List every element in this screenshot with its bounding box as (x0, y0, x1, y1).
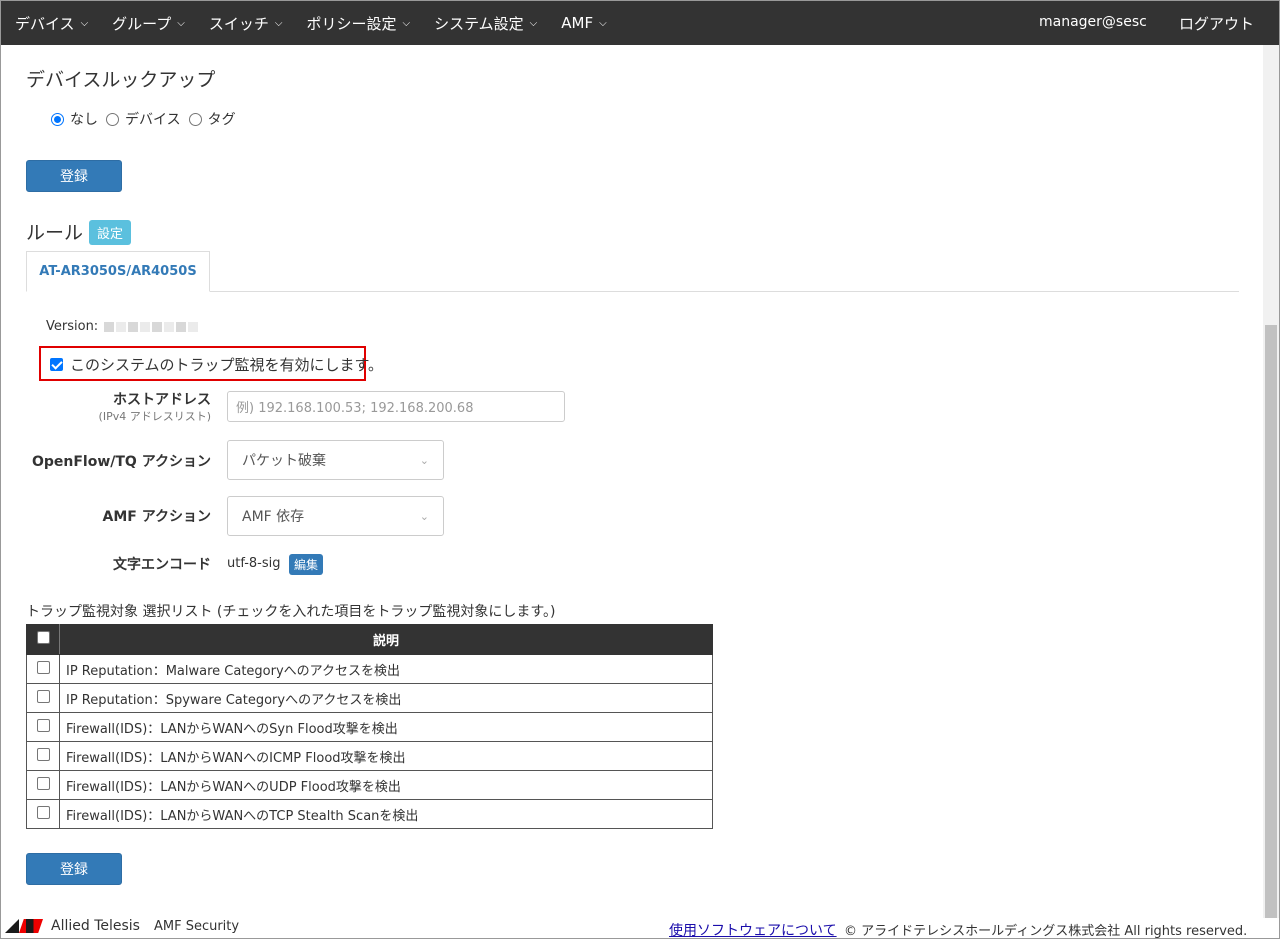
enable-trap-label: このシステムのトラップ監視を有効にします。 (70, 356, 384, 374)
row-description: Firewall(IDS)：LANからWANへのUDP Flood攻撃を検出 (59, 770, 713, 800)
row-description: Firewall(IDS)：LANからWANへのTCP Stealth Scan… (59, 799, 713, 829)
enable-trap-row: このシステムのトラップ監視を有効にします。 (50, 354, 383, 375)
radio-none-label: なし (70, 112, 98, 128)
select-all-cell (26, 624, 60, 655)
host-address-label: ホストアドレス (113, 392, 211, 408)
lookup-register-button[interactable]: 登録 (26, 160, 122, 192)
nav-item-amf[interactable]: AMF ⌵ (561, 1, 606, 45)
rules-settings-button[interactable]: 設定 (89, 220, 132, 245)
scroll-thumb[interactable] (1265, 325, 1277, 918)
openflow-action-label: OpenFlow/TQ アクション (31, 454, 211, 470)
copyright: © アライドテレシスホールディングス株式会社 All rights reserv… (844, 924, 1248, 939)
openflow-action-select[interactable]: パケット破棄 ⌄ (227, 440, 444, 480)
nav-item-devices[interactable]: デバイス ⌵ (15, 1, 88, 45)
encoding-value: utf-8-sig (227, 556, 281, 571)
row-checkbox[interactable] (36, 689, 50, 703)
chevron-down-icon: ⌵ (402, 17, 411, 29)
amf-action-value: AMF 依存 (242, 509, 305, 525)
top-navbar: デバイス ⌵ グループ ⌵ スイッチ ⌵ ポリシー設定 ⌵ システム設定 ⌵ AMF ⌵ m… (1, 1, 1279, 45)
row-description: IP Reputation：Spyware Categoryへのアクセスを検出 (59, 683, 713, 713)
table-row: IP Reputation：Spyware Categoryへのアクセスを検出 (26, 683, 713, 713)
chevron-down-icon: ⌵ (274, 17, 283, 29)
description-header: 説明 (59, 624, 713, 655)
chevron-down-icon: ⌵ (177, 17, 185, 29)
nav-item-groups[interactable]: グループ ⌵ (112, 1, 185, 45)
table-header-row: 説明 (26, 624, 713, 655)
table-row: Firewall(IDS)：LANからWANへのTCP Stealth Scan… (26, 799, 713, 829)
chevron-down-icon: ⌄ (419, 453, 429, 467)
trap-list-table: 説明 IP Reputation：Malware Categoryへのアクセスを… (26, 624, 713, 829)
version-row: Version: (46, 319, 200, 334)
footer: Allied Telesis AMF Security 使用ソフトウェアについて… (1, 913, 1263, 939)
chevron-down-icon: ⌵ (80, 17, 89, 29)
table-row: Firewall(IDS)：LANからWANへのICMP Flood攻撃を検出 (26, 741, 713, 771)
logout-link[interactable]: ログアウト (1179, 13, 1254, 34)
radio-device-label: デバイス (125, 112, 181, 128)
device-lookup-title: デバイスルックアップ (26, 69, 216, 91)
version-label: Version: (46, 319, 99, 334)
version-value-redacted (104, 321, 200, 332)
current-user: manager@sesc (1039, 14, 1147, 30)
nav-menu: デバイス ⌵ グループ ⌵ スイッチ ⌵ ポリシー設定 ⌵ システム設定 ⌵ AMF ⌵ (1, 1, 631, 45)
row-description: IP Reputation：Malware Categoryへのアクセスを検出 (59, 654, 713, 684)
table-row: Firewall(IDS)：LANからWANへのUDP Flood攻撃を検出 (26, 770, 713, 800)
chevron-down-icon: ⌵ (599, 17, 607, 29)
row-description: Firewall(IDS)：LANからWANへのSyn Flood攻撃を検出 (59, 712, 713, 742)
row-description: Firewall(IDS)：LANからWANへのICMP Flood攻撃を検出 (59, 741, 713, 771)
select-all-checkbox[interactable] (36, 631, 50, 644)
table-row: IP Reputation：Malware Categoryへのアクセスを検出 (26, 654, 713, 684)
nav-item-policy[interactable]: ポリシー設定 ⌵ (306, 1, 410, 45)
amf-action-select[interactable]: AMF 依存 ⌄ (227, 496, 444, 536)
nav-item-system[interactable]: システム設定 ⌵ (434, 1, 537, 45)
tab-ar3050s-ar4050s[interactable]: AT-AR3050S/AR4050S (26, 251, 210, 292)
row-checkbox[interactable] (36, 718, 50, 732)
vertical-scrollbar[interactable] (1263, 45, 1279, 918)
allied-telesis-logo-icon (5, 919, 45, 933)
software-info-link[interactable]: 使用ソフトウェアについて (669, 920, 837, 939)
radio-tag[interactable] (188, 112, 202, 126)
trap-register-button[interactable]: 登録 (26, 853, 122, 885)
nav-item-switches[interactable]: スイッチ ⌵ (209, 1, 283, 45)
openflow-action-value: パケット破棄 (242, 453, 326, 469)
enable-trap-checkbox[interactable] (50, 358, 63, 371)
host-address-input[interactable]: 例) 192.168.100.53; 192.168.200.68 (227, 391, 565, 422)
brand-logo: Allied Telesis AMF Security (5, 918, 239, 934)
encoding-edit-button[interactable]: 編集 (289, 554, 324, 575)
brand-name: Allied Telesis (51, 918, 140, 934)
chevron-down-icon: ⌵ (529, 17, 538, 29)
radio-tag-label: タグ (207, 112, 236, 128)
trap-list-title: トラップ監視対象 選択リスト (チェックを入れた項目をトラップ監視対象にします。… (26, 604, 556, 620)
amf-action-label: AMF アクション (102, 509, 211, 525)
radio-none[interactable] (51, 112, 64, 126)
host-address-sublabel: (IPv4 アドレスリスト) (98, 410, 211, 423)
rules-title: ルール (26, 222, 84, 244)
encoding-label: 文字エンコード (113, 557, 211, 573)
product-name: AMF Security (153, 918, 240, 934)
table-row: Firewall(IDS)：LANからWANへのSyn Flood攻撃を検出 (26, 712, 713, 742)
row-checkbox[interactable] (36, 805, 50, 819)
row-checkbox[interactable] (36, 747, 50, 761)
radio-device[interactable] (106, 112, 119, 126)
lookup-radio-group: なし デバイス タグ (51, 109, 244, 129)
chevron-down-icon: ⌄ (419, 509, 429, 523)
row-checkbox[interactable] (36, 660, 50, 674)
row-checkbox[interactable] (36, 776, 50, 790)
